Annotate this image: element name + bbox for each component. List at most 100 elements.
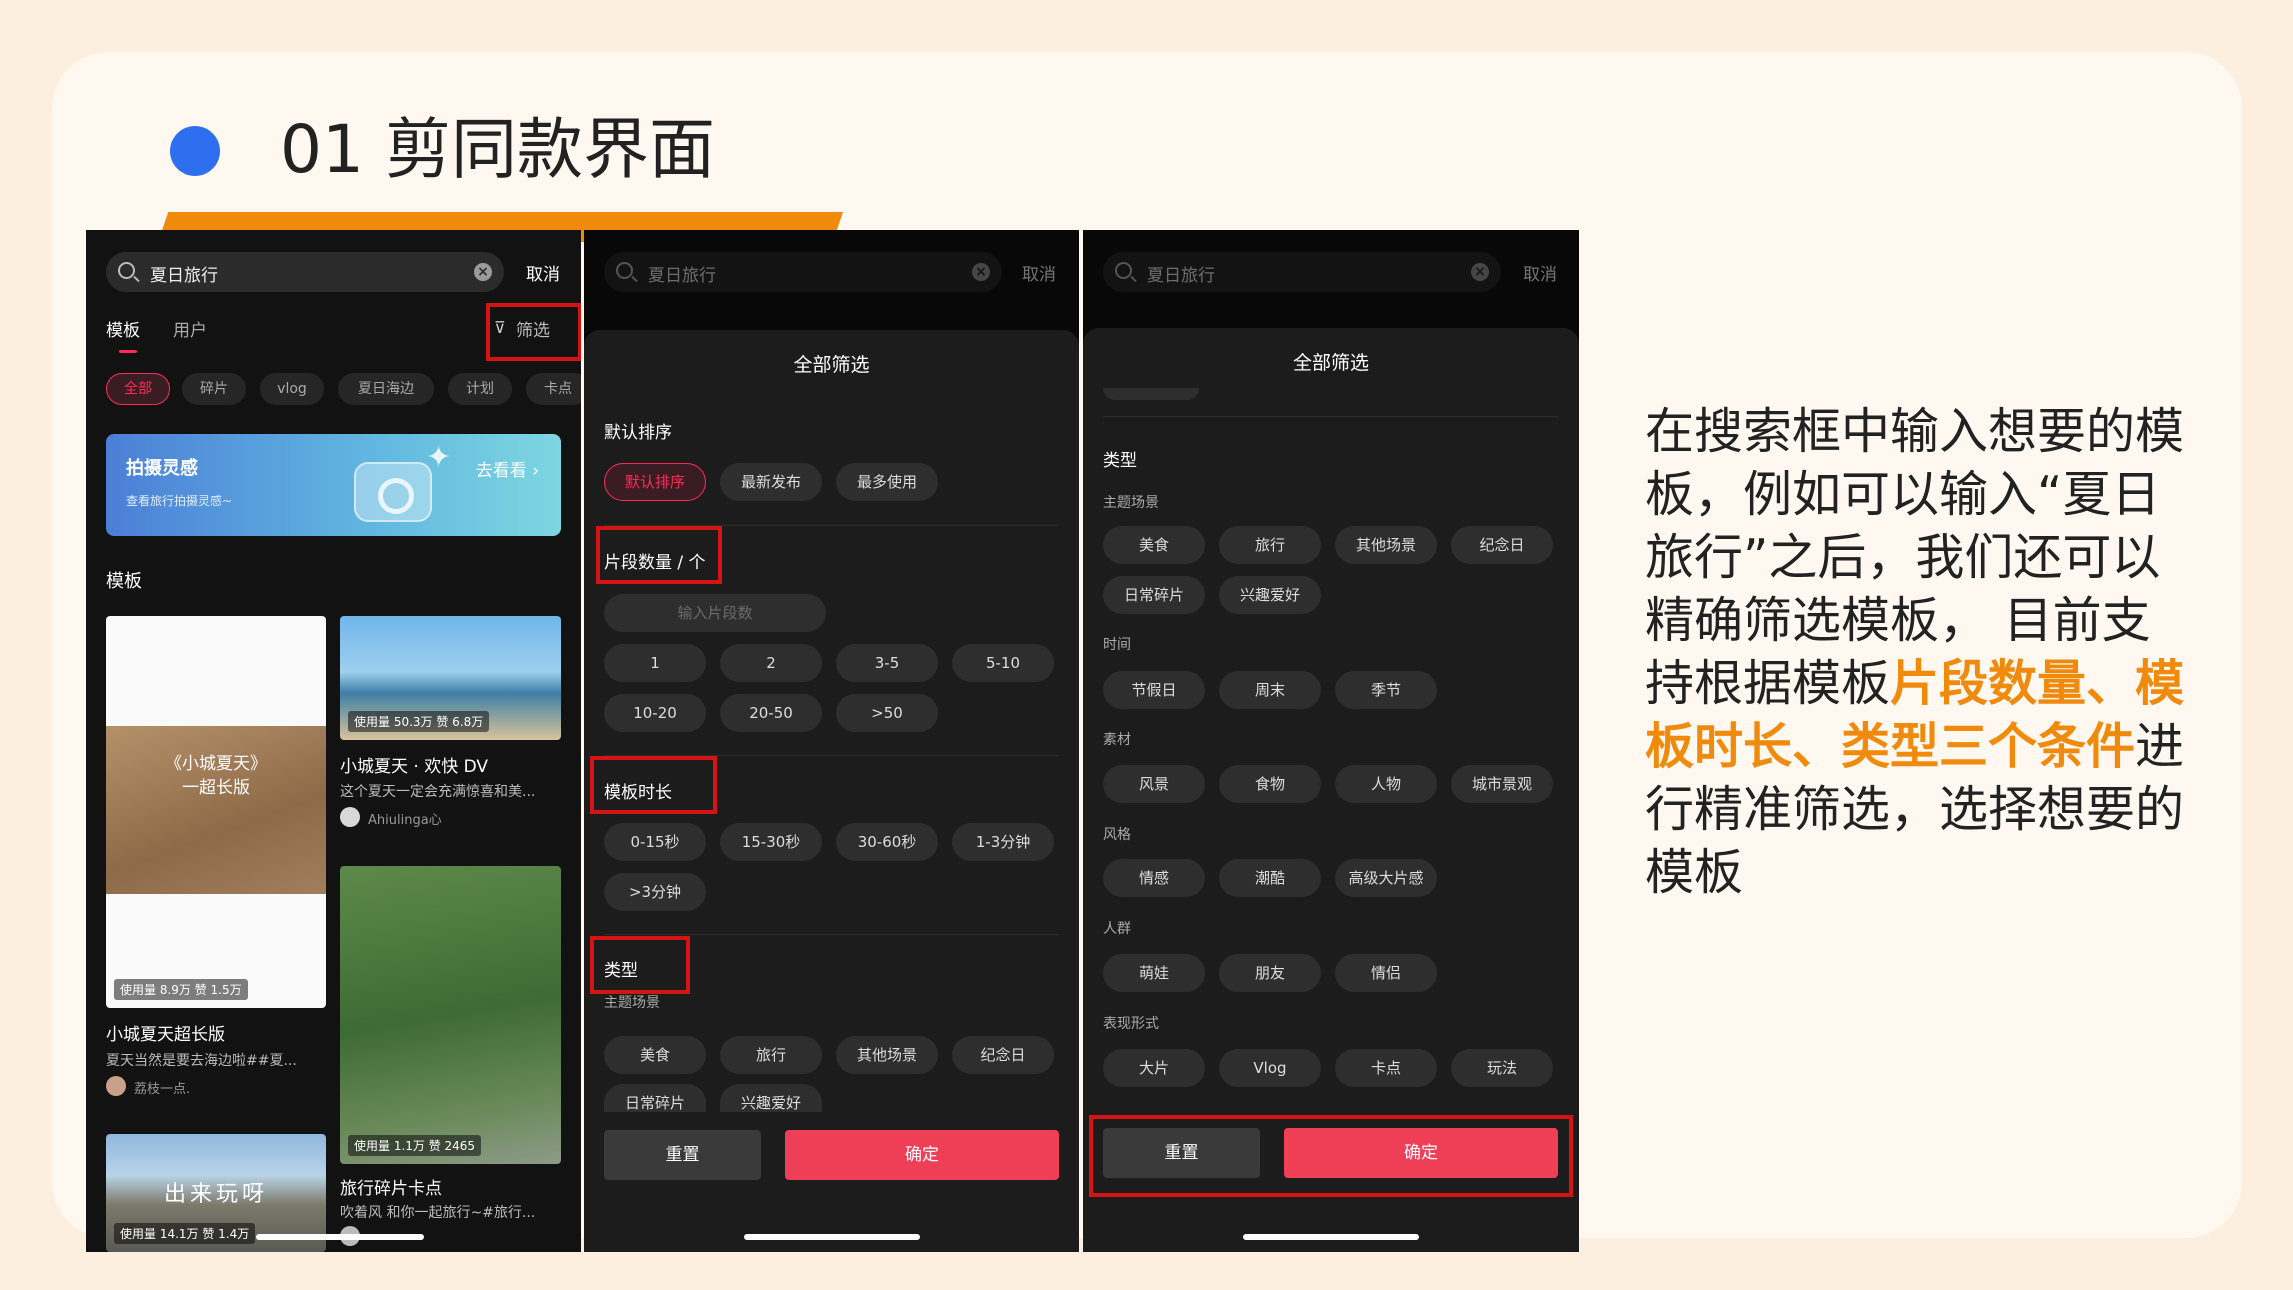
template-card[interactable]: 《小城夏天》 一超长版 使用量 8.9万 赞 1.5万 — [106, 616, 326, 1008]
type-option[interactable]: 旅行 — [720, 1036, 822, 1074]
type-option[interactable]: 城市景观 — [1451, 765, 1553, 803]
type-option[interactable]: 风景 — [1103, 765, 1205, 803]
clear-icon[interactable]: × — [474, 263, 492, 281]
type-option[interactable]: 纪念日 — [952, 1036, 1054, 1074]
banner-subtitle: 查看旅行拍摄灵感~ — [126, 494, 233, 508]
template-title[interactable]: 小城夏天 · 欢快 DV — [340, 752, 488, 777]
section-title: 模板 — [106, 571, 142, 592]
reset-button[interactable]: 重置 — [604, 1130, 761, 1180]
search-input[interactable]: 夏日旅行 × — [106, 252, 504, 292]
sort-option[interactable]: 默认排序 — [604, 463, 706, 501]
avatar — [106, 1076, 126, 1096]
template-card[interactable]: 使用量 50.3万 赞 6.8万 — [340, 616, 561, 740]
count-option[interactable]: 1 — [604, 644, 706, 682]
type-group-label: 素材 — [1103, 732, 1131, 748]
search-query: 夏日旅行 — [150, 266, 218, 286]
type-option[interactable]: 卡点 — [1335, 1049, 1437, 1087]
type-option[interactable]: 兴趣爱好 — [1219, 576, 1321, 614]
sort-label: 默认排序 — [604, 423, 672, 443]
count-option[interactable]: 2 — [720, 644, 822, 682]
chip-beat[interactable]: 卡点 — [526, 373, 581, 405]
tab-users[interactable]: 用户 — [173, 316, 207, 341]
annotation-box-filter — [486, 303, 581, 361]
avatar — [340, 807, 360, 827]
duration-option[interactable]: 15-30秒 — [720, 823, 822, 861]
template-title[interactable]: 旅行碎片卡点 — [340, 1174, 442, 1199]
chip-plan[interactable]: 计划 — [448, 373, 512, 405]
count-option[interactable]: 20-50 — [720, 694, 822, 732]
type-option[interactable]: 纪念日 — [1451, 526, 1553, 564]
home-indicator — [1243, 1234, 1419, 1240]
annotation-box-buttons — [1089, 1115, 1573, 1197]
type-option[interactable]: 其他场景 — [1335, 526, 1437, 564]
template-title[interactable]: 小城夏天超长版 — [106, 1020, 225, 1045]
author-name: 荔枝一点. — [134, 1082, 191, 1097]
chip-vlog[interactable]: vlog — [260, 373, 324, 405]
template-overlay-text: 出来玩呀 — [163, 1182, 268, 1207]
count-option[interactable]: >50 — [836, 694, 938, 732]
type-option[interactable]: 萌娃 — [1103, 954, 1205, 992]
type-group-label: 风格 — [1103, 827, 1131, 843]
sheet-title: 全部筛选 — [1292, 352, 1369, 374]
divider — [1103, 416, 1559, 417]
search-icon — [118, 262, 135, 279]
banner-link[interactable]: 去看看 › — [476, 456, 539, 481]
count-option[interactable]: 3-5 — [836, 644, 938, 682]
duration-option[interactable]: 1-3分钟 — [952, 823, 1054, 861]
tab-templates[interactable]: 模板 — [106, 316, 140, 341]
type-option[interactable]: 周末 — [1219, 671, 1321, 709]
type-option[interactable]: 情感 — [1103, 859, 1205, 897]
type-option[interactable]: 日常碎片 — [1103, 576, 1205, 614]
type-option[interactable]: 食物 — [1219, 765, 1321, 803]
confirm-button[interactable]: 确定 — [785, 1130, 1059, 1180]
author-name: Ahiulinga心 — [368, 813, 442, 828]
duration-option[interactable]: 0-15秒 — [604, 823, 706, 861]
phone-search-results: 夏日旅行 × 取消 模板 用户 ⊽ 筛选 全部 碎片 vlog 夏日海边 计划 … — [86, 230, 581, 1252]
duration-option[interactable]: 30-60秒 — [836, 823, 938, 861]
type-option[interactable]: 潮酷 — [1219, 859, 1321, 897]
chip-summer-beach[interactable]: 夏日海边 — [338, 373, 434, 405]
type-option[interactable]: 人物 — [1335, 765, 1437, 803]
type-group-label: 人群 — [1103, 921, 1131, 937]
cancel-button[interactable]: 取消 — [526, 260, 560, 285]
slide-title: 01 剪同款界面 — [280, 111, 715, 188]
annotation-box-type — [590, 936, 690, 994]
divider — [604, 934, 1059, 935]
template-overlay-text: 《小城夏天》 一超长版 — [165, 754, 267, 798]
sort-option[interactable]: 最新发布 — [720, 463, 822, 501]
count-option[interactable]: 10-20 — [604, 694, 706, 732]
duration-option[interactable]: >3分钟 — [604, 873, 706, 911]
type-option[interactable]: 旅行 — [1219, 526, 1321, 564]
template-card[interactable]: 使用量 1.1万 赞 2465 — [340, 866, 561, 1164]
type-option[interactable]: 兴趣爱好 — [720, 1084, 822, 1112]
type-group-label: 表现形式 — [1103, 1016, 1159, 1032]
inspiration-banner[interactable]: 拍摄灵感 查看旅行拍摄灵感~ ✦ 去看看 › — [106, 434, 561, 536]
type-option[interactable]: 日常碎片 — [604, 1084, 706, 1112]
type-option[interactable]: 季节 — [1335, 671, 1437, 709]
chip-all[interactable]: 全部 — [106, 373, 170, 405]
phone-filter-sheet-scrolled: 夏日旅行 × 取消 全部筛选 类型 主题场景 美食 旅行 其他场景 纪念日 日常… — [1083, 230, 1579, 1252]
type-option[interactable]: 情侣 — [1335, 954, 1437, 992]
usage-stats: 使用量 50.3万 赞 6.8万 — [348, 711, 490, 732]
type-option[interactable]: 朋友 — [1219, 954, 1321, 992]
count-option[interactable]: 5-10 — [952, 644, 1054, 682]
usage-stats: 使用量 14.1万 赞 1.4万 — [114, 1223, 256, 1244]
type-option[interactable]: 玩法 — [1451, 1049, 1553, 1087]
type-option[interactable]: Vlog — [1219, 1049, 1321, 1087]
type-option[interactable]: 美食 — [1103, 526, 1205, 564]
template-desc: 吹着风 和你一起旅行~#旅行... — [340, 1205, 536, 1221]
annotation-box-duration — [590, 756, 717, 814]
type-option[interactable]: 大片 — [1103, 1049, 1205, 1087]
template-desc: 夏天当然是要去海边啦##夏... — [106, 1053, 297, 1069]
filter-sheet: 全部筛选 类型 主题场景 美食 旅行 其他场景 纪念日 日常碎片 兴趣爱好 时间… — [1083, 328, 1579, 1252]
usage-stats: 使用量 1.1万 赞 2465 — [348, 1135, 482, 1156]
type-option[interactable]: 其他场景 — [836, 1036, 938, 1074]
count-input[interactable]: 输入片段数 — [604, 594, 826, 632]
type-option[interactable]: 美食 — [604, 1036, 706, 1074]
chip-fragment[interactable]: 碎片 — [182, 373, 246, 405]
type-option[interactable]: 节假日 — [1103, 671, 1205, 709]
sort-option[interactable]: 最多使用 — [836, 463, 938, 501]
tab-underline — [119, 350, 137, 353]
usage-stats: 使用量 8.9万 赞 1.5万 — [114, 979, 248, 1000]
type-option[interactable]: 高级大片感 — [1335, 859, 1437, 897]
